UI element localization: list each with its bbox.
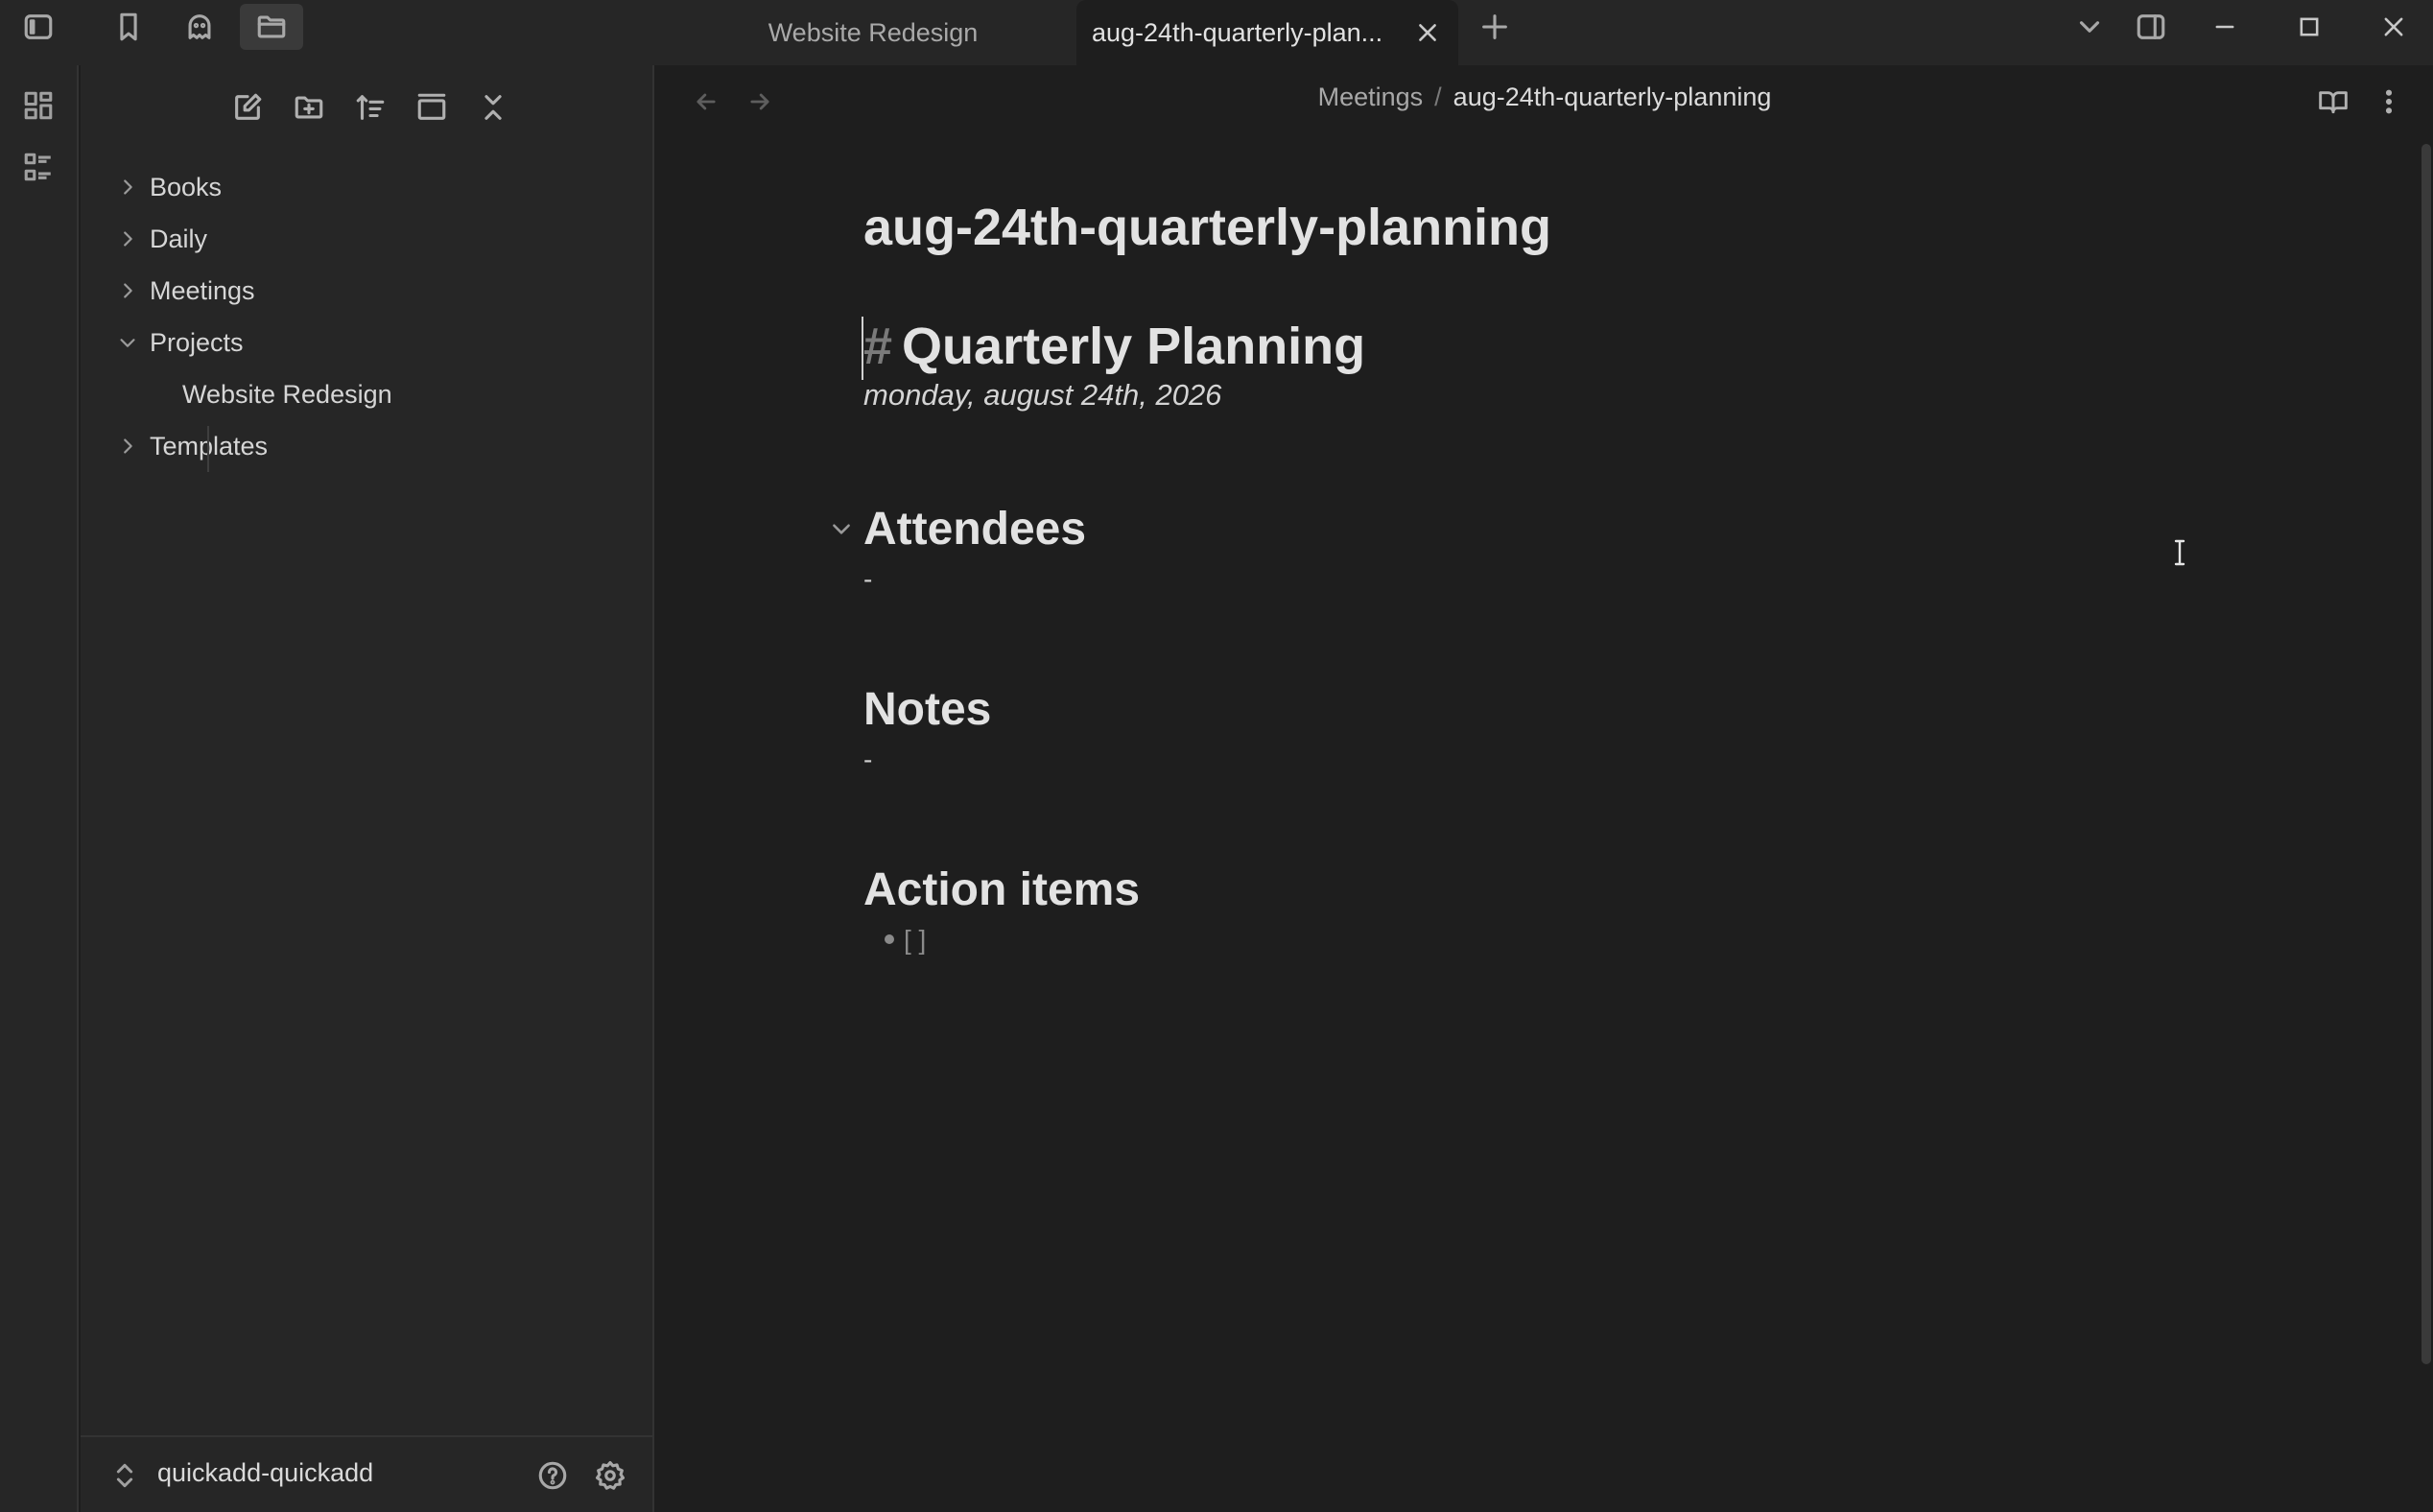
chevron-right-icon — [115, 226, 140, 251]
tab-list-chevron-icon[interactable] — [2061, 0, 2118, 54]
fold-chevron-icon[interactable] — [829, 516, 856, 543]
breadcrumb-current[interactable]: aug-24th-quarterly-planning — [1453, 83, 1772, 111]
file-website-redesign[interactable]: Website Redesign — [81, 368, 654, 420]
folder-books[interactable]: Books — [81, 161, 654, 213]
folder-templates[interactable]: Templates — [81, 420, 654, 472]
folder-icon[interactable] — [240, 4, 303, 50]
collapse-view-icon[interactable] — [409, 84, 455, 130]
breadcrumb-separator: / — [1434, 83, 1442, 111]
folder-label: Projects — [150, 327, 244, 357]
vault-footer: quickadd-quickadd — [81, 1435, 654, 1512]
close-window-icon[interactable] — [2360, 0, 2427, 54]
tree-indent-guide — [207, 426, 209, 472]
help-icon[interactable] — [533, 1456, 572, 1495]
vault-switcher-icon[interactable] — [109, 1460, 140, 1491]
list-bullet — [885, 933, 894, 944]
action-item-task[interactable]: [ ] — [885, 925, 926, 956]
tab-quarterly-planning[interactable]: aug-24th-quarterly-plan... — [1076, 0, 1458, 65]
folder-daily[interactable]: Daily — [81, 213, 654, 265]
outline-list-icon[interactable] — [17, 146, 59, 188]
sidebar-toggle-icon[interactable] — [10, 0, 67, 54]
date-line[interactable]: monday, august 24th, 2026 — [863, 378, 1221, 413]
heading-1[interactable]: # Quarterly Planning — [863, 317, 1365, 376]
heading-attendees[interactable]: Attendees — [863, 503, 1086, 555]
inline-title[interactable]: aug-24th-quarterly-planning — [863, 198, 1551, 257]
dashboard-icon[interactable] — [17, 84, 59, 127]
maximize-window-icon[interactable] — [2276, 0, 2343, 54]
heading-action-items[interactable]: Action items — [863, 863, 1140, 916]
tab-label: Website Redesign — [768, 17, 979, 47]
close-tab-icon[interactable] — [1410, 15, 1445, 50]
tab-label: aug-24th-quarterly-plan... — [1092, 17, 1383, 47]
chevron-right-icon — [115, 434, 140, 459]
editor-pane: Meetings / aug-24th-quarterly-planning aug… — [656, 65, 2433, 1512]
breadcrumb: Meetings / aug-24th-quarterly-planning — [656, 83, 2433, 112]
chevron-right-icon — [115, 175, 140, 200]
editor-scrollbar[interactable] — [2421, 144, 2431, 1364]
tab-website-redesign[interactable]: Website Redesign — [672, 0, 1075, 65]
vault-name[interactable]: quickadd-quickadd — [157, 1458, 373, 1488]
ghost-icon[interactable] — [171, 0, 228, 54]
file-label: Website Redesign — [182, 379, 392, 409]
folder-meetings[interactable]: Meetings — [81, 265, 654, 317]
more-options-icon[interactable] — [2368, 81, 2410, 123]
folder-label: Daily — [150, 224, 208, 253]
left-ribbon — [0, 65, 79, 1512]
heading-marker: # — [863, 318, 893, 375]
chevron-down-icon — [115, 330, 140, 355]
heading-1-text: Quarterly Planning — [902, 318, 1366, 375]
mouse-ibeam-cursor — [2172, 539, 2187, 566]
new-tab-icon[interactable] — [1466, 0, 1524, 54]
file-explorer-toolbar — [81, 84, 654, 134]
chevron-right-icon — [115, 278, 140, 303]
heading-notes[interactable]: Notes — [863, 683, 991, 736]
bookmark-icon[interactable] — [100, 0, 157, 54]
task-checkbox-text: [ ] — [904, 925, 927, 955]
new-folder-icon[interactable] — [286, 84, 332, 130]
minimize-window-icon[interactable] — [2191, 0, 2258, 54]
notes-body[interactable]: - — [863, 744, 872, 775]
new-note-icon[interactable] — [224, 84, 271, 130]
folder-projects[interactable]: Projects — [81, 317, 654, 368]
reading-view-icon[interactable] — [2312, 81, 2354, 123]
sort-icon[interactable] — [347, 84, 393, 130]
settings-icon[interactable] — [591, 1456, 629, 1495]
folder-label: Meetings — [150, 275, 255, 305]
title-bar: Website Redesign aug-24th-quarterly-plan… — [0, 0, 2433, 65]
folder-label: Books — [150, 172, 223, 201]
right-sidebar-toggle-icon[interactable] — [2122, 0, 2180, 54]
file-explorer: Books Daily Meetings Projects Website Re… — [81, 65, 654, 1512]
breadcrumb-parent[interactable]: Meetings — [1318, 83, 1424, 111]
collapse-all-icon[interactable] — [470, 84, 516, 130]
attendees-body[interactable]: - — [863, 564, 872, 595]
